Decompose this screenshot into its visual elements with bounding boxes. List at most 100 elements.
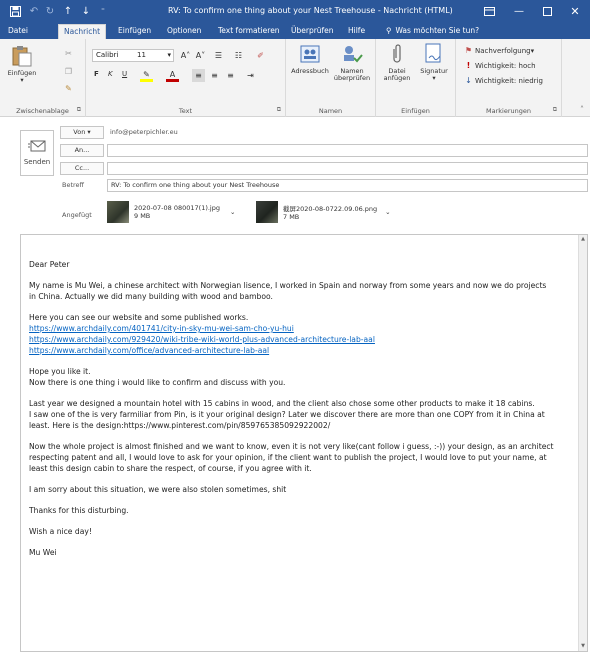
attachment-name: 截屏2020-08-0722.09.06.png — [283, 205, 378, 213]
cut-button[interactable]: ✂ — [62, 47, 75, 60]
group-text: Calibri ▾ 11 ▾ A˄ A˅ ☰ ☷ ✐ F K U ✎ A ≡ ≡ ≡… — [86, 39, 286, 117]
font-size-box[interactable]: 11 ▾ — [134, 49, 174, 62]
highlighter-icon: ✎ — [140, 69, 153, 82]
to-button[interactable]: An... — [60, 144, 104, 157]
link-archdaily-wiki-tribe[interactable]: https://www.archdaily.com/929420/wiki-tr… — [29, 334, 569, 345]
highlight-button[interactable]: ✎ — [140, 69, 153, 82]
attachment-item[interactable]: 2020-07-08 080017(1).jpg 9 MB ⌄ — [107, 198, 235, 226]
followup-button[interactable]: ⚑ Nachverfolgung ▾ — [462, 44, 534, 57]
dialog-launcher-icon[interactable]: ⧉ — [277, 106, 281, 114]
chevron-down-icon[interactable]: ⌄ — [385, 208, 390, 216]
scroll-down-icon[interactable]: ▼ — [579, 642, 587, 651]
names-group-label: Namen — [318, 107, 343, 115]
tell-me-search[interactable]: ⚲ Was möchten Sie tun? — [381, 24, 484, 39]
subject-field[interactable]: RV: To confirm one thing about your Nest… — [107, 179, 588, 192]
align-right-button[interactable]: ≡ — [224, 69, 237, 82]
grow-font-button[interactable]: A˄ — [179, 49, 192, 62]
paragraph-line: respecting patent and all, I would love … — [29, 453, 547, 462]
include-group-label: Einfügen — [401, 107, 430, 115]
send-label: Senden — [23, 158, 51, 166]
image-thumbnail — [107, 201, 129, 223]
tab-einfuegen[interactable]: Einfügen — [113, 24, 156, 39]
chevron-down-icon: ▾ — [530, 46, 535, 55]
grow-font-icon: A˄ — [180, 51, 191, 60]
tab-hilfe[interactable]: Hilfe — [343, 24, 370, 39]
indent-icon: ⇥ — [247, 71, 254, 80]
align-center-button[interactable]: ≡ — [208, 69, 221, 82]
signature-text: Mu Wei — [29, 548, 57, 557]
paragraph-line: Last year we designed a mountain hotel w… — [29, 399, 535, 408]
signature-icon — [423, 43, 445, 65]
maximize-icon[interactable] — [536, 3, 558, 19]
paste-button[interactable]: Einfügen ▾ — [5, 45, 39, 85]
clear-formatting-button[interactable]: ✐ — [254, 49, 267, 62]
italic-label: K — [108, 70, 113, 78]
attachment-item[interactable]: 截屏2020-08-0722.09.06.png 7 MB ⌄ — [256, 198, 391, 226]
redo-icon[interactable]: ↻ — [43, 3, 57, 19]
importance-low-label: Wichtigkeit: niedrig — [475, 76, 543, 85]
undo-icon[interactable]: ↶ — [27, 3, 41, 19]
title-bar: ↶ ↻ ↑ ↓ ⁼ RV: To confirm one thing about… — [0, 0, 590, 22]
collapse-ribbon-icon[interactable]: ˄ — [580, 105, 584, 114]
from-button-label: Von — [73, 128, 86, 136]
numbering-button[interactable]: ☷ — [232, 49, 245, 62]
eraser-icon: ✐ — [257, 51, 264, 60]
vertical-scrollbar[interactable]: ▲ ▼ — [578, 235, 587, 651]
bullets-button[interactable]: ☰ — [212, 49, 225, 62]
address-book-button[interactable]: Adressbuch — [290, 43, 330, 75]
check-names-button[interactable]: Namen überprüfen — [330, 43, 374, 83]
signature-button[interactable]: Signatur ▾ — [416, 43, 452, 83]
align-left-button[interactable]: ≡ — [192, 69, 205, 82]
message-text[interactable]: Dear Peter My name is Mu Wei, a chinese … — [29, 259, 569, 568]
customize-icon[interactable]: ⁼ — [96, 3, 110, 19]
minimize-icon[interactable]: — — [508, 3, 530, 19]
up-arrow-icon[interactable]: ↑ — [61, 3, 75, 19]
restore-ribbon-icon[interactable] — [478, 3, 500, 19]
copy-button[interactable]: ❐ — [62, 65, 75, 78]
importance-high-button[interactable]: ! Wichtigkeit: hoch — [462, 59, 536, 72]
group-include: Datei anfügen Signatur ▾ Einfügen — [376, 39, 456, 117]
format-painter-button[interactable]: ✎ — [62, 82, 75, 95]
link-archdaily-office[interactable]: https://www.archdaily.com/office/advance… — [29, 345, 569, 356]
down-arrow-icon[interactable]: ↓ — [79, 3, 93, 19]
paragraph-line: My name is Mu Wei, a chinese architect w… — [29, 281, 547, 290]
check-names-label-2: überprüfen — [333, 74, 371, 83]
to-field[interactable] — [107, 144, 588, 157]
tab-text-formatieren[interactable]: Text formatieren — [213, 24, 285, 39]
cc-button[interactable]: Cc... — [60, 162, 104, 175]
close-icon[interactable]: ✕ — [564, 3, 586, 19]
importance-low-button[interactable]: ↓ Wichtigkeit: niedrig — [462, 74, 543, 87]
dialog-launcher-icon[interactable]: ⧉ — [77, 106, 81, 114]
clipboard-group-label: Zwischenablage — [16, 107, 69, 115]
attach-file-button[interactable]: Datei anfügen — [380, 43, 414, 83]
scroll-up-icon[interactable]: ▲ — [579, 235, 587, 244]
arrow-down-icon: ↓ — [465, 76, 472, 85]
indent-button[interactable]: ⇥ — [244, 69, 257, 82]
message-body[interactable]: Dear Peter My name is Mu Wei, a chinese … — [20, 234, 588, 652]
tab-ueberpruefen[interactable]: Überprüfen — [286, 24, 339, 39]
underline-button[interactable]: U — [122, 70, 127, 78]
paragraph-line: Now the whole project is almost finished… — [29, 442, 554, 451]
send-button[interactable]: Senden — [20, 130, 54, 176]
cc-field[interactable] — [107, 162, 588, 175]
link-archdaily-city-in-sky[interactable]: https://www.archdaily.com/401741/city-in… — [29, 323, 569, 334]
shrink-font-icon: A˅ — [195, 51, 206, 60]
chevron-down-icon[interactable]: ⌄ — [230, 208, 235, 216]
flag-icon: ⚑ — [464, 46, 473, 55]
image-thumbnail — [256, 201, 278, 223]
shrink-font-button[interactable]: A˅ — [194, 49, 207, 62]
italic-button[interactable]: K — [108, 70, 113, 78]
dialog-launcher-icon[interactable]: ⧉ — [553, 106, 557, 114]
subject-label: Betreff — [62, 181, 85, 189]
tab-optionen[interactable]: Optionen — [162, 24, 206, 39]
tab-datei[interactable]: Datei — [3, 24, 33, 39]
paperclip-icon — [386, 43, 408, 65]
address-book-icon — [299, 43, 321, 65]
paragraph-line: Thanks for this disturbing. — [29, 506, 129, 515]
tab-nachricht[interactable]: Nachricht — [58, 24, 107, 39]
font-color-button[interactable]: A — [166, 69, 179, 82]
paragraph-line: Wish a nice day! — [29, 527, 92, 536]
bold-button[interactable]: F — [94, 70, 99, 78]
save-icon[interactable] — [8, 3, 22, 19]
from-button[interactable]: Von ▾ — [60, 126, 104, 139]
